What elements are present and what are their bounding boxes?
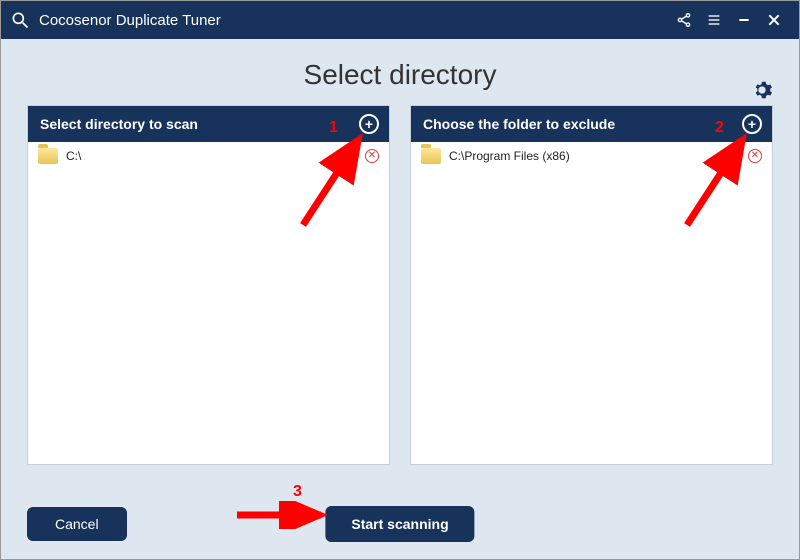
remove-dir-button[interactable]: ✕ [748, 149, 762, 163]
titlebar: Cocosenor Duplicate Tuner [1, 1, 799, 39]
dir-path-label: C:\Program Files (x86) [449, 149, 740, 163]
exclude-panel-header: Choose the folder to exclude + [411, 106, 772, 142]
dir-path-label: C:\ [66, 149, 357, 163]
scan-panel-title: Select directory to scan [40, 116, 198, 132]
folder-icon [421, 148, 441, 164]
folder-icon [38, 148, 58, 164]
remove-dir-button[interactable]: ✕ [365, 149, 379, 163]
app-logo-icon [9, 9, 31, 31]
list-item[interactable]: C:\Program Files (x86) ✕ [411, 142, 772, 170]
list-item[interactable]: C:\ ✕ [28, 142, 389, 170]
add-scan-dir-button[interactable]: + [359, 114, 379, 134]
start-scanning-button[interactable]: Start scanning [325, 506, 474, 542]
gear-icon[interactable] [751, 79, 773, 106]
menu-icon[interactable] [699, 5, 729, 35]
panels-container: Select directory to scan + C:\ ✕ Choose … [27, 105, 773, 465]
footer: Cancel Start scanning [27, 507, 773, 541]
add-exclude-dir-button[interactable]: + [742, 114, 762, 134]
annotation-number-3: 3 [293, 483, 302, 501]
scan-panel-body: C:\ ✕ [28, 142, 389, 464]
minimize-icon[interactable] [729, 5, 759, 35]
share-icon[interactable] [669, 5, 699, 35]
exclude-panel: Choose the folder to exclude + C:\Progra… [410, 105, 773, 465]
exclude-panel-title: Choose the folder to exclude [423, 116, 615, 132]
page-title: Select directory [27, 59, 773, 91]
scan-panel-header: Select directory to scan + [28, 106, 389, 142]
cancel-button[interactable]: Cancel [27, 507, 127, 541]
scan-panel: Select directory to scan + C:\ ✕ [27, 105, 390, 465]
app-title: Cocosenor Duplicate Tuner [39, 12, 669, 29]
exclude-panel-body: C:\Program Files (x86) ✕ [411, 142, 772, 464]
close-icon[interactable] [759, 5, 789, 35]
main-content: Select directory Select directory to sca… [1, 39, 799, 559]
